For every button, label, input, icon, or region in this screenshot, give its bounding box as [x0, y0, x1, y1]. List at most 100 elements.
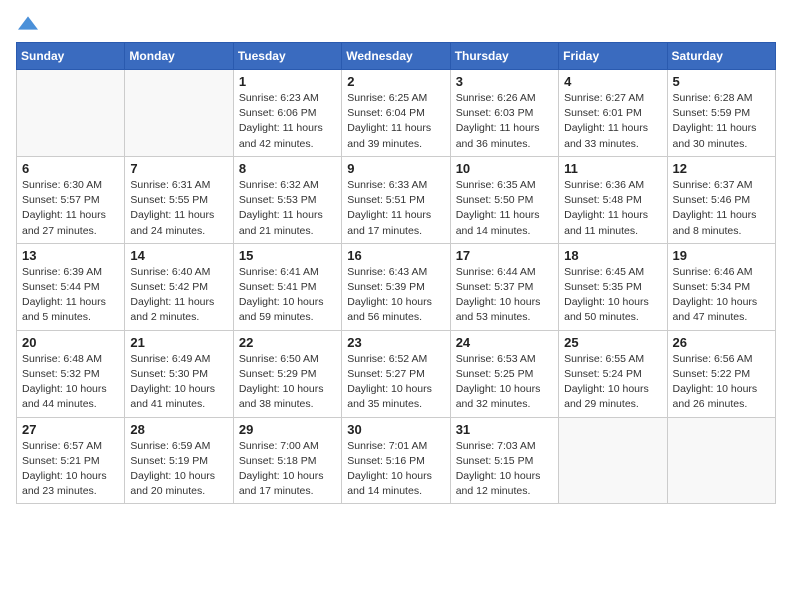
calendar-cell: 13Sunrise: 6:39 AM Sunset: 5:44 PM Dayli…	[17, 243, 125, 330]
day-number: 22	[239, 335, 336, 350]
calendar-cell: 1Sunrise: 6:23 AM Sunset: 6:06 PM Daylig…	[233, 70, 341, 157]
cell-info: Sunrise: 6:33 AM Sunset: 5:51 PM Dayligh…	[347, 178, 444, 239]
calendar-cell: 7 Sunrise: 6:31 AM Sunset: 5:55 PM Daylig…	[125, 156, 233, 243]
cell-info: Sunrise: 6:31 AM Sunset: 5:55 PM Dayligh…	[130, 178, 227, 239]
cell-info: Sunrise: 6:30 AM Sunset: 5:57 PM Dayligh…	[22, 178, 119, 239]
cell-info: Sunrise: 6:37 AM Sunset: 5:46 PM Dayligh…	[673, 178, 770, 239]
calendar-cell: 18Sunrise: 6:45 AM Sunset: 5:35 PM Dayli…	[559, 243, 667, 330]
day-number: 25	[564, 335, 661, 350]
day-number: 20	[22, 335, 119, 350]
day-number: 19	[673, 248, 770, 263]
weekday-header-row: SundayMondayTuesdayWednesdayThursdayFrid…	[17, 43, 776, 70]
weekday-header-monday: Monday	[125, 43, 233, 70]
cell-info: Sunrise: 6:46 AM Sunset: 5:34 PM Dayligh…	[673, 265, 770, 326]
day-number: 30	[347, 422, 444, 437]
day-number: 21	[130, 335, 227, 350]
day-number: 9	[347, 161, 444, 176]
calendar-cell: 12Sunrise: 6:37 AM Sunset: 5:46 PM Dayli…	[667, 156, 775, 243]
day-number: 1	[239, 74, 336, 89]
day-number: 29	[239, 422, 336, 437]
week-row-4: 20Sunrise: 6:48 AM Sunset: 5:32 PM Dayli…	[17, 330, 776, 417]
cell-info: Sunrise: 6:43 AM Sunset: 5:39 PM Dayligh…	[347, 265, 444, 326]
calendar-cell: 23 Sunrise: 6:52 AM Sunset: 5:27 PM Dayli…	[342, 330, 450, 417]
cell-info: Sunrise: 6:50 AM Sunset: 5:29 PM Dayligh…	[239, 352, 336, 413]
calendar-cell	[559, 417, 667, 504]
weekday-header-friday: Friday	[559, 43, 667, 70]
week-row-5: 27Sunrise: 6:57 AM Sunset: 5:21 PM Dayli…	[17, 417, 776, 504]
day-number: 5	[673, 74, 770, 89]
calendar-cell: 5 Sunrise: 6:28 AM Sunset: 5:59 PM Daylig…	[667, 70, 775, 157]
calendar-table: SundayMondayTuesdayWednesdayThursdayFrid…	[16, 42, 776, 504]
day-number: 23	[347, 335, 444, 350]
day-number: 14	[130, 248, 227, 263]
calendar-cell: 4 Sunrise: 6:27 AM Sunset: 6:01 PM Daylig…	[559, 70, 667, 157]
calendar-cell	[125, 70, 233, 157]
cell-info: Sunrise: 6:39 AM Sunset: 5:44 PM Dayligh…	[22, 265, 119, 326]
calendar-cell: 8 Sunrise: 6:32 AM Sunset: 5:53 PM Daylig…	[233, 156, 341, 243]
calendar-cell: 17Sunrise: 6:44 AM Sunset: 5:37 PM Dayli…	[450, 243, 558, 330]
calendar-cell: 29 Sunrise: 7:00 AM Sunset: 5:18 PM Dayli…	[233, 417, 341, 504]
page-header	[16, 16, 776, 30]
cell-info: Sunrise: 6:56 AM Sunset: 5:22 PM Dayligh…	[673, 352, 770, 413]
calendar-cell: 30 Sunrise: 7:01 AM Sunset: 5:16 PM Dayli…	[342, 417, 450, 504]
day-number: 8	[239, 161, 336, 176]
day-number: 10	[456, 161, 553, 176]
cell-info: Sunrise: 6:41 AM Sunset: 5:41 PM Dayligh…	[239, 265, 336, 326]
cell-info: Sunrise: 6:52 AM Sunset: 5:27 PM Dayligh…	[347, 352, 444, 413]
weekday-header-wednesday: Wednesday	[342, 43, 450, 70]
cell-info: Sunrise: 6:35 AM Sunset: 5:50 PM Dayligh…	[456, 178, 553, 239]
weekday-header-tuesday: Tuesday	[233, 43, 341, 70]
day-number: 11	[564, 161, 661, 176]
day-number: 26	[673, 335, 770, 350]
day-number: 2	[347, 74, 444, 89]
cell-info: Sunrise: 6:44 AM Sunset: 5:37 PM Dayligh…	[456, 265, 553, 326]
calendar-cell: 16 Sunrise: 6:43 AM Sunset: 5:39 PM Dayli…	[342, 243, 450, 330]
calendar-cell: 11 Sunrise: 6:36 AM Sunset: 5:48 PM Dayli…	[559, 156, 667, 243]
cell-info: Sunrise: 7:03 AM Sunset: 5:15 PM Dayligh…	[456, 439, 553, 500]
calendar-cell: 15Sunrise: 6:41 AM Sunset: 5:41 PM Dayli…	[233, 243, 341, 330]
weekday-header-thursday: Thursday	[450, 43, 558, 70]
day-number: 24	[456, 335, 553, 350]
week-row-1: 1Sunrise: 6:23 AM Sunset: 6:06 PM Daylig…	[17, 70, 776, 157]
calendar-cell	[17, 70, 125, 157]
week-row-3: 13Sunrise: 6:39 AM Sunset: 5:44 PM Dayli…	[17, 243, 776, 330]
cell-info: Sunrise: 6:53 AM Sunset: 5:25 PM Dayligh…	[456, 352, 553, 413]
cell-info: Sunrise: 6:32 AM Sunset: 5:53 PM Dayligh…	[239, 178, 336, 239]
day-number: 18	[564, 248, 661, 263]
cell-info: Sunrise: 6:25 AM Sunset: 6:04 PM Dayligh…	[347, 91, 444, 152]
day-number: 16	[347, 248, 444, 263]
logo	[16, 16, 38, 30]
cell-info: Sunrise: 6:40 AM Sunset: 5:42 PM Dayligh…	[130, 265, 227, 326]
calendar-cell: 10 Sunrise: 6:35 AM Sunset: 5:50 PM Dayli…	[450, 156, 558, 243]
calendar-cell	[667, 417, 775, 504]
cell-info: Sunrise: 6:26 AM Sunset: 6:03 PM Dayligh…	[456, 91, 553, 152]
calendar-cell: 24 Sunrise: 6:53 AM Sunset: 5:25 PM Dayli…	[450, 330, 558, 417]
calendar-cell: 14 Sunrise: 6:40 AM Sunset: 5:42 PM Dayli…	[125, 243, 233, 330]
day-number: 3	[456, 74, 553, 89]
calendar-cell: 20Sunrise: 6:48 AM Sunset: 5:32 PM Dayli…	[17, 330, 125, 417]
calendar-cell: 25 Sunrise: 6:55 AM Sunset: 5:24 PM Dayli…	[559, 330, 667, 417]
cell-info: Sunrise: 6:36 AM Sunset: 5:48 PM Dayligh…	[564, 178, 661, 239]
day-number: 7	[130, 161, 227, 176]
calendar-cell: 9 Sunrise: 6:33 AM Sunset: 5:51 PM Daylig…	[342, 156, 450, 243]
cell-info: Sunrise: 6:28 AM Sunset: 5:59 PM Dayligh…	[673, 91, 770, 152]
week-row-2: 6 Sunrise: 6:30 AM Sunset: 5:57 PM Daylig…	[17, 156, 776, 243]
calendar-cell: 31Sunrise: 7:03 AM Sunset: 5:15 PM Dayli…	[450, 417, 558, 504]
calendar-cell: 21 Sunrise: 6:49 AM Sunset: 5:30 PM Dayli…	[125, 330, 233, 417]
logo-icon	[18, 16, 38, 30]
day-number: 4	[564, 74, 661, 89]
calendar-cell: 3 Sunrise: 6:26 AM Sunset: 6:03 PM Daylig…	[450, 70, 558, 157]
cell-info: Sunrise: 6:55 AM Sunset: 5:24 PM Dayligh…	[564, 352, 661, 413]
cell-info: Sunrise: 7:01 AM Sunset: 5:16 PM Dayligh…	[347, 439, 444, 500]
calendar-cell: 19 Sunrise: 6:46 AM Sunset: 5:34 PM Dayli…	[667, 243, 775, 330]
weekday-header-sunday: Sunday	[17, 43, 125, 70]
cell-info: Sunrise: 6:27 AM Sunset: 6:01 PM Dayligh…	[564, 91, 661, 152]
cell-info: Sunrise: 6:49 AM Sunset: 5:30 PM Dayligh…	[130, 352, 227, 413]
calendar-cell: 26 Sunrise: 6:56 AM Sunset: 5:22 PM Dayli…	[667, 330, 775, 417]
calendar-cell: 6 Sunrise: 6:30 AM Sunset: 5:57 PM Daylig…	[17, 156, 125, 243]
calendar-cell: 2 Sunrise: 6:25 AM Sunset: 6:04 PM Daylig…	[342, 70, 450, 157]
cell-info: Sunrise: 6:57 AM Sunset: 5:21 PM Dayligh…	[22, 439, 119, 500]
calendar-cell: 22 Sunrise: 6:50 AM Sunset: 5:29 PM Dayli…	[233, 330, 341, 417]
cell-info: Sunrise: 7:00 AM Sunset: 5:18 PM Dayligh…	[239, 439, 336, 500]
day-number: 6	[22, 161, 119, 176]
